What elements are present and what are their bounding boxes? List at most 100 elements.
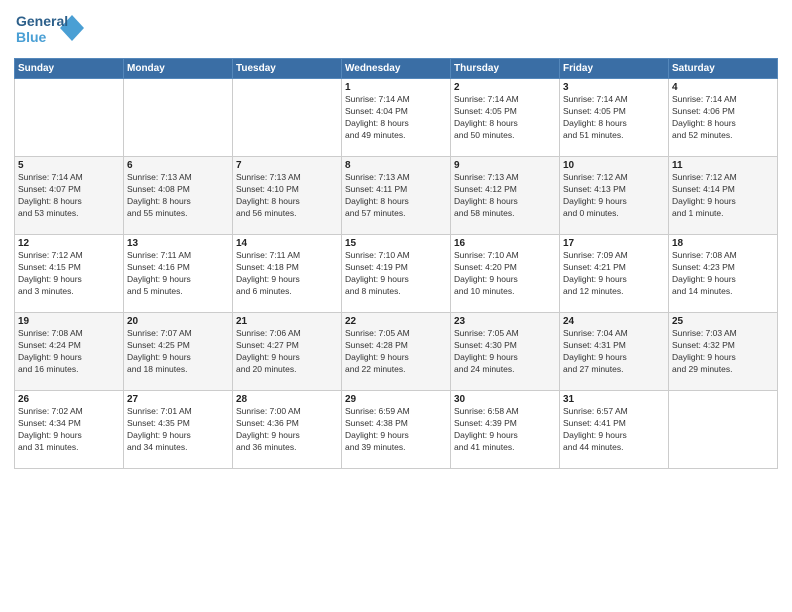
- day-number: 22: [345, 316, 447, 327]
- calendar-cell: 10Sunrise: 7:12 AM Sunset: 4:13 PM Dayli…: [560, 157, 669, 235]
- header: GeneralBlue: [14, 10, 778, 50]
- day-info: Sunrise: 7:12 AM Sunset: 4:13 PM Dayligh…: [563, 172, 665, 220]
- calendar-cell: 20Sunrise: 7:07 AM Sunset: 4:25 PM Dayli…: [124, 313, 233, 391]
- calendar-cell: [124, 79, 233, 157]
- day-number: 19: [18, 316, 120, 327]
- day-info: Sunrise: 7:14 AM Sunset: 4:05 PM Dayligh…: [454, 94, 556, 142]
- day-info: Sunrise: 7:13 AM Sunset: 4:10 PM Dayligh…: [236, 172, 338, 220]
- day-number: 12: [18, 238, 120, 249]
- calendar-cell: [669, 391, 778, 469]
- day-info: Sunrise: 7:06 AM Sunset: 4:27 PM Dayligh…: [236, 328, 338, 376]
- calendar-body: 1Sunrise: 7:14 AM Sunset: 4:04 PM Daylig…: [15, 79, 778, 469]
- calendar-cell: 11Sunrise: 7:12 AM Sunset: 4:14 PM Dayli…: [669, 157, 778, 235]
- calendar-cell: 30Sunrise: 6:58 AM Sunset: 4:39 PM Dayli…: [451, 391, 560, 469]
- calendar-cell: 6Sunrise: 7:13 AM Sunset: 4:08 PM Daylig…: [124, 157, 233, 235]
- calendar-cell: [233, 79, 342, 157]
- day-number: 28: [236, 394, 338, 405]
- day-number: 18: [672, 238, 774, 249]
- day-info: Sunrise: 7:14 AM Sunset: 4:04 PM Dayligh…: [345, 94, 447, 142]
- day-number: 24: [563, 316, 665, 327]
- day-number: 31: [563, 394, 665, 405]
- day-number: 8: [345, 160, 447, 171]
- calendar-cell: 22Sunrise: 7:05 AM Sunset: 4:28 PM Dayli…: [342, 313, 451, 391]
- day-number: 23: [454, 316, 556, 327]
- day-info: Sunrise: 7:13 AM Sunset: 4:08 PM Dayligh…: [127, 172, 229, 220]
- day-number: 3: [563, 82, 665, 93]
- calendar-cell: 8Sunrise: 7:13 AM Sunset: 4:11 PM Daylig…: [342, 157, 451, 235]
- calendar-header: SundayMondayTuesdayWednesdayThursdayFrid…: [15, 59, 778, 79]
- day-info: Sunrise: 7:04 AM Sunset: 4:31 PM Dayligh…: [563, 328, 665, 376]
- calendar-cell: 17Sunrise: 7:09 AM Sunset: 4:21 PM Dayli…: [560, 235, 669, 313]
- day-info: Sunrise: 7:10 AM Sunset: 4:19 PM Dayligh…: [345, 250, 447, 298]
- weekday-header-monday: Monday: [124, 59, 233, 79]
- calendar-cell: 26Sunrise: 7:02 AM Sunset: 4:34 PM Dayli…: [15, 391, 124, 469]
- calendar-cell: 19Sunrise: 7:08 AM Sunset: 4:24 PM Dayli…: [15, 313, 124, 391]
- calendar-week-1: 1Sunrise: 7:14 AM Sunset: 4:04 PM Daylig…: [15, 79, 778, 157]
- page-container: GeneralBlue SundayMondayTuesdayWednesday…: [0, 0, 792, 612]
- day-number: 27: [127, 394, 229, 405]
- logo-svg: GeneralBlue: [14, 10, 84, 50]
- calendar-cell: 16Sunrise: 7:10 AM Sunset: 4:20 PM Dayli…: [451, 235, 560, 313]
- logo: GeneralBlue: [14, 10, 84, 50]
- calendar-cell: 1Sunrise: 7:14 AM Sunset: 4:04 PM Daylig…: [342, 79, 451, 157]
- day-number: 15: [345, 238, 447, 249]
- calendar-cell: 9Sunrise: 7:13 AM Sunset: 4:12 PM Daylig…: [451, 157, 560, 235]
- day-info: Sunrise: 7:08 AM Sunset: 4:24 PM Dayligh…: [18, 328, 120, 376]
- day-info: Sunrise: 7:05 AM Sunset: 4:28 PM Dayligh…: [345, 328, 447, 376]
- calendar-cell: 24Sunrise: 7:04 AM Sunset: 4:31 PM Dayli…: [560, 313, 669, 391]
- day-info: Sunrise: 7:14 AM Sunset: 4:07 PM Dayligh…: [18, 172, 120, 220]
- day-number: 6: [127, 160, 229, 171]
- calendar-cell: 3Sunrise: 7:14 AM Sunset: 4:05 PM Daylig…: [560, 79, 669, 157]
- day-number: 26: [18, 394, 120, 405]
- day-info: Sunrise: 7:00 AM Sunset: 4:36 PM Dayligh…: [236, 406, 338, 454]
- day-number: 5: [18, 160, 120, 171]
- day-info: Sunrise: 7:13 AM Sunset: 4:12 PM Dayligh…: [454, 172, 556, 220]
- calendar-cell: 2Sunrise: 7:14 AM Sunset: 4:05 PM Daylig…: [451, 79, 560, 157]
- calendar-week-2: 5Sunrise: 7:14 AM Sunset: 4:07 PM Daylig…: [15, 157, 778, 235]
- day-info: Sunrise: 7:13 AM Sunset: 4:11 PM Dayligh…: [345, 172, 447, 220]
- day-number: 2: [454, 82, 556, 93]
- day-info: Sunrise: 7:11 AM Sunset: 4:18 PM Dayligh…: [236, 250, 338, 298]
- calendar-table: SundayMondayTuesdayWednesdayThursdayFrid…: [14, 58, 778, 469]
- day-info: Sunrise: 7:02 AM Sunset: 4:34 PM Dayligh…: [18, 406, 120, 454]
- day-number: 21: [236, 316, 338, 327]
- calendar-cell: 28Sunrise: 7:00 AM Sunset: 4:36 PM Dayli…: [233, 391, 342, 469]
- calendar-cell: 13Sunrise: 7:11 AM Sunset: 4:16 PM Dayli…: [124, 235, 233, 313]
- calendar-cell: 27Sunrise: 7:01 AM Sunset: 4:35 PM Dayli…: [124, 391, 233, 469]
- calendar-cell: 31Sunrise: 6:57 AM Sunset: 4:41 PM Dayli…: [560, 391, 669, 469]
- day-number: 30: [454, 394, 556, 405]
- day-info: Sunrise: 7:01 AM Sunset: 4:35 PM Dayligh…: [127, 406, 229, 454]
- day-info: Sunrise: 6:58 AM Sunset: 4:39 PM Dayligh…: [454, 406, 556, 454]
- day-number: 7: [236, 160, 338, 171]
- calendar-cell: 5Sunrise: 7:14 AM Sunset: 4:07 PM Daylig…: [15, 157, 124, 235]
- day-number: 16: [454, 238, 556, 249]
- calendar-cell: 14Sunrise: 7:11 AM Sunset: 4:18 PM Dayli…: [233, 235, 342, 313]
- weekday-header-tuesday: Tuesday: [233, 59, 342, 79]
- day-info: Sunrise: 6:59 AM Sunset: 4:38 PM Dayligh…: [345, 406, 447, 454]
- day-info: Sunrise: 7:14 AM Sunset: 4:05 PM Dayligh…: [563, 94, 665, 142]
- day-info: Sunrise: 7:14 AM Sunset: 4:06 PM Dayligh…: [672, 94, 774, 142]
- day-number: 11: [672, 160, 774, 171]
- day-number: 20: [127, 316, 229, 327]
- day-number: 25: [672, 316, 774, 327]
- day-info: Sunrise: 7:12 AM Sunset: 4:14 PM Dayligh…: [672, 172, 774, 220]
- day-number: 14: [236, 238, 338, 249]
- calendar-cell: 29Sunrise: 6:59 AM Sunset: 4:38 PM Dayli…: [342, 391, 451, 469]
- day-info: Sunrise: 7:07 AM Sunset: 4:25 PM Dayligh…: [127, 328, 229, 376]
- calendar-week-3: 12Sunrise: 7:12 AM Sunset: 4:15 PM Dayli…: [15, 235, 778, 313]
- weekday-header-saturday: Saturday: [669, 59, 778, 79]
- day-number: 4: [672, 82, 774, 93]
- svg-text:General: General: [16, 13, 68, 29]
- calendar-cell: 23Sunrise: 7:05 AM Sunset: 4:30 PM Dayli…: [451, 313, 560, 391]
- day-info: Sunrise: 7:10 AM Sunset: 4:20 PM Dayligh…: [454, 250, 556, 298]
- day-info: Sunrise: 7:05 AM Sunset: 4:30 PM Dayligh…: [454, 328, 556, 376]
- day-info: Sunrise: 7:03 AM Sunset: 4:32 PM Dayligh…: [672, 328, 774, 376]
- svg-text:Blue: Blue: [16, 29, 47, 45]
- calendar-cell: 12Sunrise: 7:12 AM Sunset: 4:15 PM Dayli…: [15, 235, 124, 313]
- day-number: 29: [345, 394, 447, 405]
- calendar-cell: 7Sunrise: 7:13 AM Sunset: 4:10 PM Daylig…: [233, 157, 342, 235]
- day-info: Sunrise: 7:12 AM Sunset: 4:15 PM Dayligh…: [18, 250, 120, 298]
- calendar-cell: 18Sunrise: 7:08 AM Sunset: 4:23 PM Dayli…: [669, 235, 778, 313]
- calendar-cell: 15Sunrise: 7:10 AM Sunset: 4:19 PM Dayli…: [342, 235, 451, 313]
- calendar-week-5: 26Sunrise: 7:02 AM Sunset: 4:34 PM Dayli…: [15, 391, 778, 469]
